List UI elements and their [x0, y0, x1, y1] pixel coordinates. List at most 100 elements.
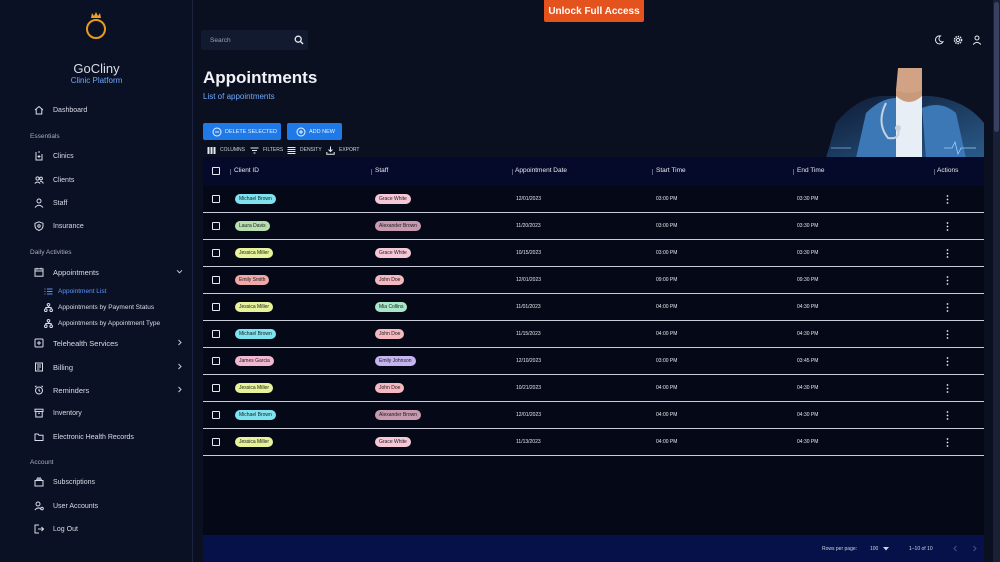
client-chip[interactable]: Jessica Miller	[235, 383, 274, 393]
more-vertical-icon[interactable]	[946, 438, 949, 447]
column-header-client-id[interactable]: Client ID	[234, 167, 259, 174]
staff-chip[interactable]: Grace White	[375, 194, 411, 204]
search-icon[interactable]	[294, 35, 304, 45]
client-chip[interactable]: James Garcia	[235, 356, 274, 366]
staff-chip[interactable]: John Doe	[375, 383, 405, 393]
more-vertical-icon[interactable]	[946, 303, 949, 312]
user-icon[interactable]	[972, 35, 982, 45]
sidebar-item-telehealth[interactable]: Telehealth Services	[0, 333, 193, 353]
more-vertical-icon[interactable]	[946, 330, 949, 339]
page-scrollbar-thumb[interactable]	[994, 2, 999, 132]
more-vertical-icon[interactable]	[946, 222, 949, 231]
client-chip[interactable]: Jessica Miller	[235, 302, 274, 312]
sidebar-item-insurance[interactable]: Insurance	[0, 216, 193, 236]
delete-selected-button[interactable]: DELETE SELECTED	[203, 123, 281, 140]
column-separator[interactable]	[652, 169, 653, 175]
table-row[interactable]: Michael Brown Alexander Brown 12/01/2023 04…	[203, 402, 984, 429]
sidebar-subitem-appointment-type[interactable]: Appointments by Appointment Type	[0, 316, 193, 330]
row-checkbox[interactable]	[212, 276, 220, 284]
subscriptions-icon	[33, 477, 44, 488]
table-row[interactable]: Jessica Miller Grace White 11/13/2023 04:00…	[203, 429, 984, 456]
more-vertical-icon[interactable]	[946, 384, 949, 393]
more-vertical-icon[interactable]	[946, 249, 949, 258]
export-button[interactable]: EXPORT	[326, 145, 359, 155]
staff-chip[interactable]: Grace White	[375, 248, 411, 258]
staff-chip[interactable]: Emily Johnson	[375, 356, 416, 366]
table-row[interactable]: James Garcia Emily Johnson 12/10/2023 03:00…	[203, 348, 984, 375]
column-separator[interactable]	[230, 169, 231, 175]
sidebar-item-dashboard[interactable]: Dashboard	[0, 100, 193, 120]
caret-down-icon[interactable]	[883, 547, 889, 551]
next-page-icon[interactable]	[971, 545, 978, 552]
sidebar-item-clients[interactable]: Clients	[0, 170, 193, 190]
row-checkbox[interactable]	[212, 303, 220, 311]
gear-icon[interactable]	[953, 35, 963, 45]
staff-chip[interactable]: Alexander Brown	[375, 410, 422, 420]
row-checkbox[interactable]	[212, 249, 220, 257]
more-vertical-icon[interactable]	[946, 276, 949, 285]
sidebar-subitem-payment-status[interactable]: Appointments by Payment Status	[0, 300, 193, 314]
sidebar-item-billing[interactable]: Billing	[0, 357, 193, 377]
staff-chip[interactable]: Mia Collins	[375, 302, 408, 312]
sidebar-item-subscriptions[interactable]: Subscriptions	[0, 472, 193, 492]
previous-page-icon[interactable]	[952, 545, 959, 552]
staff-chip[interactable]: Alexander Brown	[375, 221, 422, 231]
sidebar-subitem-appointment-list[interactable]: Appointment List	[0, 284, 193, 298]
row-checkbox[interactable]	[212, 222, 220, 230]
sidebar-item-logout[interactable]: Log Out	[0, 519, 193, 539]
row-checkbox[interactable]	[212, 195, 220, 203]
sidebar-item-label: Electronic Health Records	[53, 433, 134, 441]
filters-button[interactable]: FILTERS	[250, 145, 283, 155]
staff-chip[interactable]: John Doe	[375, 329, 405, 339]
table-row[interactable]: Emily Smith John Doe 12/01/2023 09:00 PM 09:…	[203, 267, 984, 294]
column-header-staff[interactable]: Staff	[375, 167, 388, 174]
table-row[interactable]: Jessica Miller John Doe 10/21/2023 04:00 PM…	[203, 375, 984, 402]
row-checkbox[interactable]	[212, 438, 220, 446]
column-separator[interactable]	[934, 169, 935, 175]
client-chip[interactable]: Michael Brown	[235, 194, 276, 204]
staff-chip[interactable]: Grace White	[375, 437, 411, 447]
column-separator[interactable]	[512, 169, 513, 175]
column-separator[interactable]	[793, 169, 794, 175]
sidebar-item-ehr[interactable]: Electronic Health Records	[0, 427, 193, 447]
client-chip[interactable]: Jessica Miller	[235, 437, 274, 447]
row-checkbox[interactable]	[212, 384, 220, 392]
client-chip[interactable]: Michael Brown	[235, 410, 276, 420]
row-checkbox[interactable]	[212, 330, 220, 338]
more-vertical-icon[interactable]	[946, 357, 949, 366]
sidebar-item-clinics[interactable]: Clinics	[0, 146, 193, 166]
table-row[interactable]: Jessica Miller Mia Collins 11/01/2023 04:00…	[203, 294, 984, 321]
column-separator[interactable]	[371, 169, 372, 175]
table-row[interactable]: Michael Brown John Doe 11/15/2023 04:00 PM 0…	[203, 321, 984, 348]
client-chip[interactable]: Jessica Miller	[235, 248, 274, 258]
start-time-cell: 04:00 PM	[656, 439, 678, 445]
rows-per-page-select[interactable]: 100	[870, 546, 878, 552]
column-header-start-time[interactable]: Start Time	[656, 167, 686, 174]
density-button[interactable]: DENSITY	[287, 145, 322, 155]
columns-button[interactable]: COLUMNS	[207, 145, 245, 155]
sidebar-item-inventory[interactable]: Inventory	[0, 403, 193, 423]
row-checkbox[interactable]	[212, 357, 220, 365]
add-new-button[interactable]: ADD NEW	[287, 123, 342, 140]
select-all-checkbox[interactable]	[212, 167, 220, 175]
search-input[interactable]	[201, 30, 293, 50]
sidebar-item-reminders[interactable]: Reminders	[0, 380, 193, 400]
table-row[interactable]: Michael Brown Grace White 12/01/2023 03:00 …	[203, 186, 984, 213]
sidebar-item-staff[interactable]: Staff	[0, 193, 193, 213]
staff-chip[interactable]: John Doe	[375, 275, 405, 285]
more-vertical-icon[interactable]	[946, 195, 949, 204]
column-header-appointment-date[interactable]: Appointment Date	[515, 167, 567, 174]
table-row[interactable]: Jessica Miller Grace White 10/15/2023 03:00…	[203, 240, 984, 267]
sidebar-item-user-accounts[interactable]: User Accounts	[0, 496, 193, 516]
client-chip[interactable]: Emily Smith	[235, 275, 270, 285]
client-chip[interactable]: Michael Brown	[235, 329, 276, 339]
more-vertical-icon[interactable]	[946, 411, 949, 420]
sidebar-item-label: Billing	[53, 362, 74, 372]
client-chip[interactable]: Laura Davis	[235, 221, 270, 231]
column-header-end-time[interactable]: End Time	[797, 167, 824, 174]
unlock-full-access-button[interactable]: Unlock Full Access	[544, 0, 644, 22]
table-row[interactable]: Laura Davis Alexander Brown 11/20/2023 03:0…	[203, 213, 984, 240]
sidebar-item-appointments[interactable]: Appointments	[0, 262, 193, 282]
row-checkbox[interactable]	[212, 411, 220, 419]
dark-mode-moon-icon[interactable]	[934, 35, 944, 45]
